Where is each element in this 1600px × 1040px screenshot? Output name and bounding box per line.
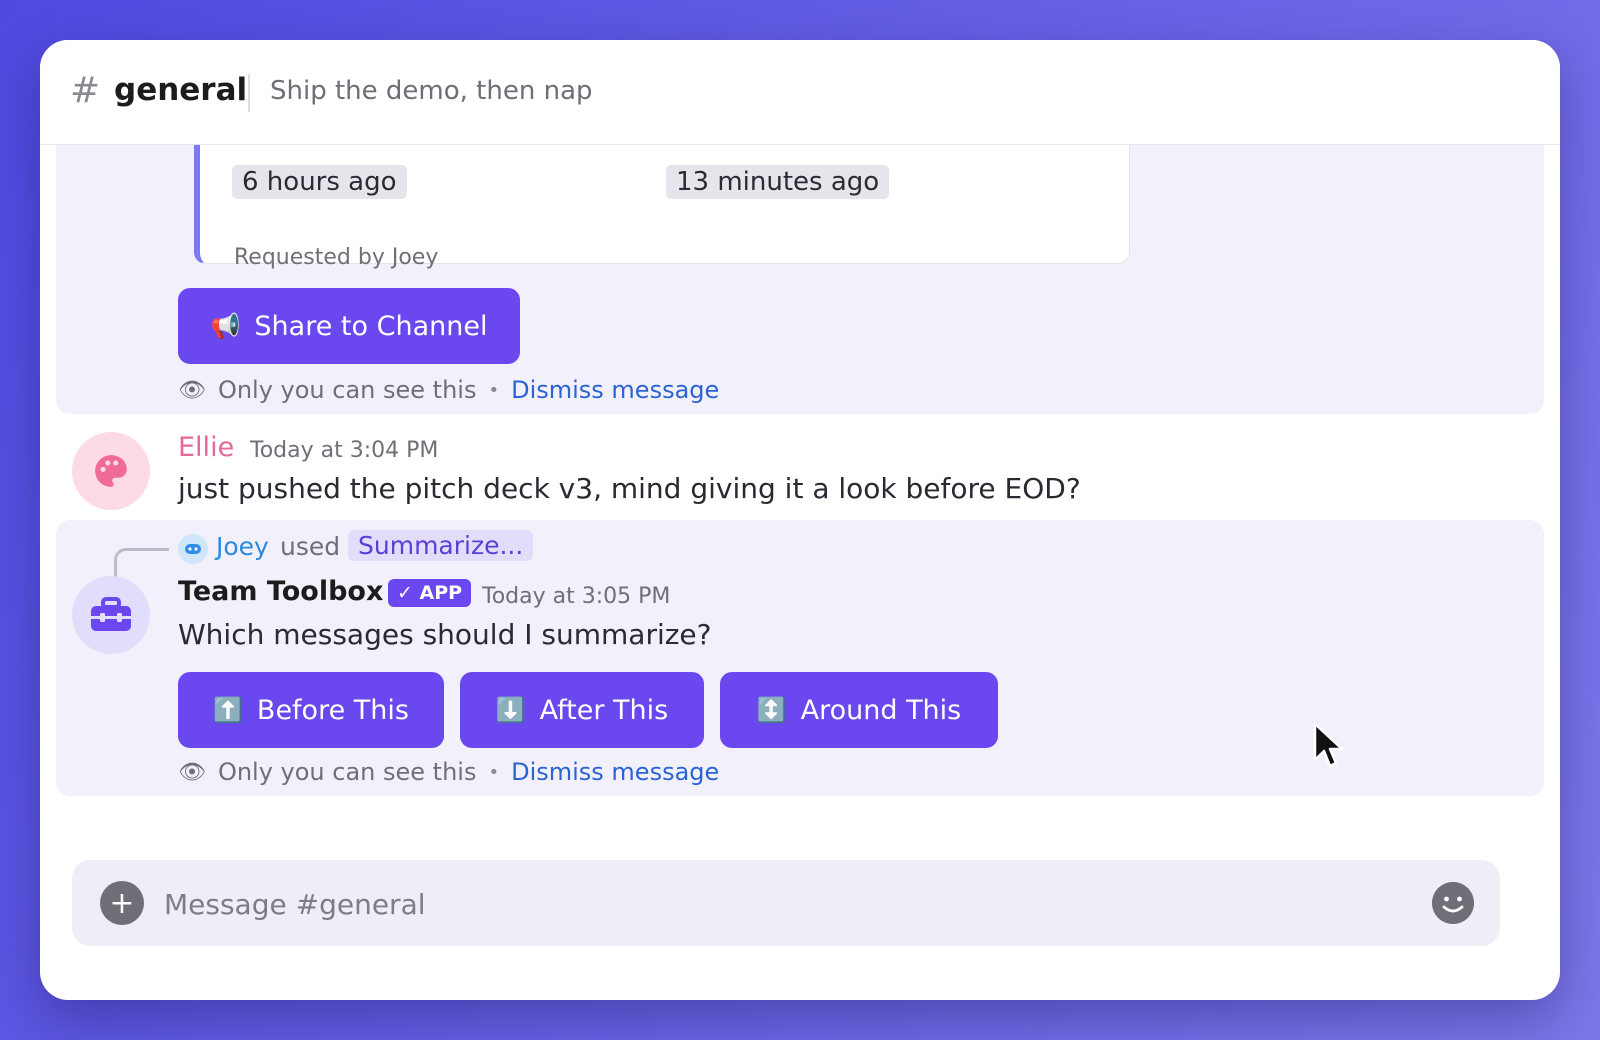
megaphone-icon: 📢: [210, 312, 241, 340]
header-divider: [248, 74, 250, 112]
plus-icon[interactable]: +: [100, 881, 144, 925]
emoji-icon[interactable]: [1432, 882, 1474, 924]
separator-dot: •: [488, 761, 500, 783]
arrow-up-icon: ⬆️: [213, 696, 243, 724]
dismiss-message-link[interactable]: Dismiss message: [511, 758, 719, 786]
invoker-name[interactable]: Joey: [216, 532, 269, 561]
button-label: Around This: [800, 694, 962, 726]
before-this-button[interactable]: ⬆️ Before This: [178, 672, 444, 748]
command-tag[interactable]: Summarize...: [348, 530, 534, 561]
channel-topic: Ship the demo, then nap: [270, 76, 593, 106]
palette-icon[interactable]: [72, 432, 150, 510]
share-to-channel-button[interactable]: 📢 Share to Channel: [178, 288, 520, 364]
button-label: After This: [539, 694, 669, 726]
sender-name[interactable]: Ellie: [178, 432, 234, 463]
visibility-row: 👁 Only you can see this • Dismiss messag…: [178, 376, 719, 404]
around-this-button[interactable]: ↕️ Around This: [720, 672, 998, 748]
summary-card: 6 hours ago 13 minutes ago Requested by …: [194, 126, 1130, 270]
used-label: used: [280, 532, 341, 561]
eye-icon: 👁: [178, 377, 206, 403]
requested-by: Requested by Joey: [234, 245, 439, 270]
toolbox-icon[interactable]: [72, 576, 150, 654]
bot-name[interactable]: Team Toolbox: [178, 576, 383, 607]
ephemeral-summary-message: 6 hours ago 13 minutes ago Requested by …: [56, 126, 1544, 414]
message-composer: +: [72, 860, 1500, 946]
eye-icon: 👁: [178, 759, 206, 785]
separator-dot: •: [488, 379, 500, 401]
chat-window: # general Ship the demo, then nap 6 hour…: [40, 40, 1560, 1000]
dismiss-message-link[interactable]: Dismiss message: [511, 376, 719, 404]
app-badge: ✓ APP: [388, 579, 472, 607]
message-text: Which messages should I summarize?: [178, 618, 712, 651]
message-timestamp[interactable]: Today at 3:05 PM: [482, 584, 670, 609]
reply-connector: [114, 548, 169, 581]
visibility-note: Only you can see this: [217, 376, 477, 404]
message-text: just pushed the pitch deck v3, mind givi…: [178, 472, 1081, 505]
last-message-time: 13 minutes ago: [666, 165, 890, 199]
channel-hash-icon: #: [70, 70, 101, 111]
after-this-button[interactable]: ⬇️ After This: [460, 672, 704, 748]
mouse-pointer-icon: [1313, 722, 1344, 768]
arrow-up-down-icon: ↕️: [756, 696, 787, 724]
first-message-time: 6 hours ago: [232, 165, 407, 199]
arrow-down-icon: ⬇️: [495, 696, 526, 724]
message-input[interactable]: [162, 882, 1406, 926]
button-label: Before This: [256, 694, 409, 726]
channel-name[interactable]: general: [114, 72, 247, 108]
message-timestamp[interactable]: Today at 3:04 PM: [250, 438, 438, 463]
channel-header: # general Ship the demo, then nap: [40, 40, 1560, 145]
share-button-label: Share to Channel: [254, 310, 488, 342]
visibility-note: Only you can see this: [217, 758, 477, 786]
robot-icon: [178, 534, 208, 564]
visibility-row: 👁 Only you can see this • Dismiss messag…: [178, 758, 719, 786]
